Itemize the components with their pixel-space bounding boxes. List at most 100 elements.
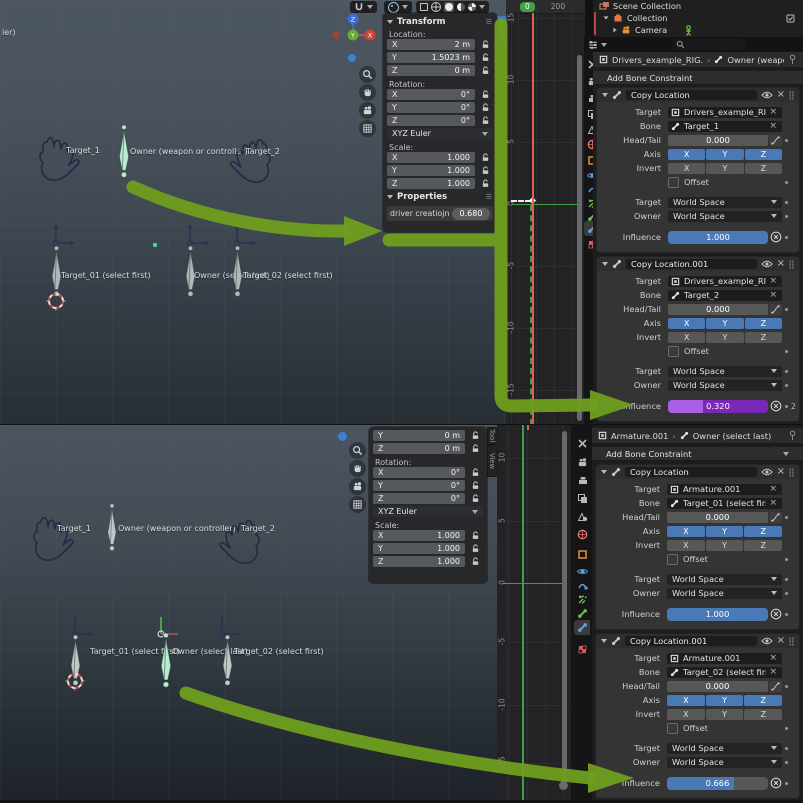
scrollbar[interactable] [577, 55, 582, 421]
unlock-icon[interactable] [478, 40, 493, 49]
scrollbar-knob[interactable] [559, 781, 568, 790]
target-field[interactable]: Armature.001 × [667, 483, 782, 495]
influence-slider[interactable]: 0.320 [668, 399, 768, 413]
invert-z-button[interactable]: Z [744, 331, 782, 343]
axis-y-button[interactable]: Y [705, 694, 744, 706]
outliner[interactable]: Scene Collection Collection Camera [593, 0, 803, 37]
breadcrumb-object[interactable]: Drivers_example_RIG. [612, 55, 703, 65]
hand-bone-target2[interactable] [224, 135, 274, 185]
shading-lookdev-icon[interactable] [457, 3, 465, 11]
unlock-icon[interactable] [478, 179, 493, 188]
axis-x-button[interactable]: X [668, 148, 706, 160]
breadcrumb-bone[interactable]: Owner (weapon or contr... [727, 55, 784, 65]
axis-x-button[interactable]: X [668, 317, 706, 329]
constraint-header[interactable]: Copy Location × [596, 465, 799, 479]
invert-y-button[interactable]: Y [705, 708, 744, 720]
tab-texture[interactable] [574, 642, 590, 657]
unlock-icon[interactable] [478, 166, 493, 175]
graph-area[interactable]: 15 10 5 0 -5 -10 -15 [506, 13, 585, 425]
transform-value-field[interactable]: X 2 m [387, 39, 475, 50]
transform-value-field[interactable]: X 0° [387, 89, 475, 100]
animate-clear-icon[interactable] [770, 231, 782, 243]
pin-icon[interactable] [788, 430, 797, 441]
camera-view-dot[interactable] [338, 432, 347, 441]
eye-icon[interactable] [761, 91, 773, 99]
close-icon[interactable]: × [777, 636, 785, 646]
disclosure-icon[interactable] [603, 16, 609, 20]
axis-neg-x-dot[interactable] [332, 31, 340, 39]
shading-material-icon[interactable] [445, 3, 453, 11]
invert-x-button[interactable]: X [668, 162, 706, 174]
offset-checkbox[interactable] [668, 345, 679, 357]
breadcrumb-top[interactable]: Drivers_example_RIG. › Owner (weapon or … [593, 52, 803, 67]
influence-slider[interactable]: 1.000 [667, 607, 768, 621]
clear-icon[interactable]: × [766, 290, 780, 300]
orthographic-button[interactable] [359, 120, 376, 137]
invert-y-button[interactable]: Y [705, 539, 744, 551]
expand-caret-icon[interactable] [602, 262, 608, 266]
fcurve-toggle-button[interactable] [769, 303, 782, 315]
drag-grip-icon[interactable] [789, 467, 794, 477]
tab-particles[interactable] [574, 592, 590, 607]
transform-panel-header[interactable]: Transform ☰ [387, 16, 493, 28]
target-space-select[interactable]: World Space [668, 196, 782, 208]
animate-clear-icon[interactable] [770, 400, 782, 412]
zoom-button[interactable] [359, 66, 376, 83]
disclosure-icon[interactable] [613, 27, 617, 33]
clear-icon[interactable]: × [766, 121, 780, 131]
close-icon[interactable]: × [777, 90, 785, 100]
cone-bone-owner[interactable] [105, 503, 119, 553]
target-space-select[interactable]: World Space [667, 742, 782, 754]
clear-icon[interactable]: × [766, 484, 780, 494]
transform-value-field[interactable]: Z 0° [387, 115, 475, 126]
proportional-editing-control[interactable] [384, 1, 412, 13]
transform-value-field[interactable]: Y 1.000 [373, 543, 465, 554]
transform-value-field[interactable]: Z 0 m [387, 65, 475, 76]
editor-type-caret-icon[interactable] [601, 42, 607, 47]
graph-area[interactable]: 10 5 0 -5 -10 -15 [497, 425, 571, 800]
shading-solid-icon[interactable] [431, 2, 441, 12]
target-field[interactable]: Drivers_example_RIG.002 × [668, 106, 782, 118]
invert-x-button[interactable]: X [667, 539, 705, 551]
breadcrumb-object[interactable]: Armature.001 [611, 431, 668, 441]
axis-z-button[interactable]: Z [744, 317, 782, 329]
invert-x-button[interactable]: X [667, 708, 705, 720]
bone-field[interactable]: Target_2 × [668, 289, 782, 301]
fcurve-toggle-button[interactable] [769, 511, 782, 523]
axis-z-button[interactable]: Z [744, 525, 783, 537]
axis-z-button[interactable]: Z [744, 694, 783, 706]
unlock-icon[interactable] [468, 481, 483, 490]
unlock-icon[interactable] [478, 153, 493, 162]
constraint-name-field[interactable]: Copy Location.001 [626, 259, 757, 269]
camera-view-dot[interactable] [348, 54, 356, 62]
cone-bone-target02[interactable] [221, 632, 234, 690]
unlock-icon[interactable] [468, 544, 483, 553]
axis-y-button[interactable]: Y [706, 148, 744, 160]
influence-slider[interactable]: 0.666 [667, 776, 768, 790]
unlock-icon[interactable] [468, 557, 483, 566]
orthographic-button[interactable] [349, 496, 366, 513]
bone-field[interactable]: Target_01 (select first) × [667, 497, 782, 509]
hand-bone-target1[interactable] [30, 513, 80, 563]
rotation-mode-select[interactable]: XYZ Euler [373, 506, 483, 517]
target-field[interactable]: Armature.001 × [667, 652, 782, 664]
offset-checkbox[interactable] [667, 722, 678, 734]
scrollbar[interactable] [562, 431, 567, 783]
tab-physics[interactable] [574, 578, 590, 593]
tab-tool[interactable] [574, 436, 590, 451]
shading-rendered-icon[interactable] [468, 3, 476, 11]
constraint-header[interactable]: Copy Location × [597, 88, 799, 102]
constraint-name-field[interactable]: Copy Location.001 [625, 636, 757, 646]
clear-icon[interactable]: × [766, 276, 780, 286]
search-input[interactable] [673, 39, 745, 50]
invert-z-button[interactable]: Z [744, 539, 783, 551]
head-tail-slider[interactable]: 0.000 [667, 680, 768, 692]
constraint-name-field[interactable]: Copy Location [626, 90, 757, 100]
transform-value-field[interactable]: Z 0° [373, 493, 465, 504]
unlock-icon[interactable] [478, 116, 493, 125]
playhead[interactable] [532, 13, 534, 425]
cone-bone-owner-selected[interactable] [159, 632, 173, 690]
eye-icon[interactable] [761, 637, 773, 645]
add-bone-constraint-button-bottom[interactable]: Add Bone Constraint [592, 446, 803, 461]
panel-menu-icon[interactable]: ☰ [486, 18, 493, 26]
